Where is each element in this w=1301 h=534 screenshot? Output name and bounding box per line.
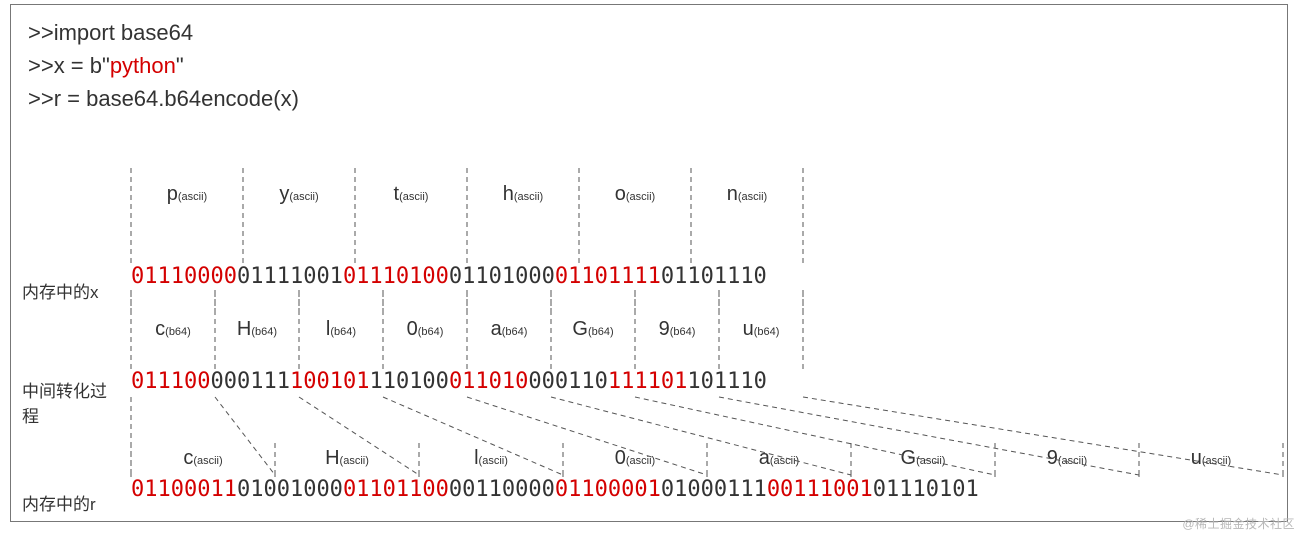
code-line-2: >>x = b"python" xyxy=(28,49,299,82)
code-line-1: >>import base64 xyxy=(28,16,299,49)
label-r-memory: 内存中的r xyxy=(22,490,96,515)
bits-mid-row: 0111000001111001011101000110100001101111… xyxy=(131,369,767,394)
label-mid-process: 中间转化过程 xyxy=(22,377,112,427)
code-block: >>import base64 >>x = b"python" >>r = ba… xyxy=(28,16,299,115)
bits-x-row: 0111000001111001011101000110100001101111… xyxy=(131,264,767,289)
ascii-bottom-row: c(ascii)H(ascii)l(ascii)0(ascii)a(ascii)… xyxy=(131,447,1283,470)
code-line-3: >>r = base64.b64encode(x) xyxy=(28,82,299,115)
watermark: @稀土掘金技术社区 xyxy=(1182,515,1295,532)
b64-head-row: c(b64)H(b64)l(b64)0(b64)a(b64)G(b64)9(b6… xyxy=(131,318,803,341)
ascii-top-row: p(ascii)y(ascii)t(ascii)h(ascii)o(ascii)… xyxy=(131,183,803,206)
label-x-memory: 内存中的x xyxy=(22,278,99,303)
diagram-root: >>import base64 >>x = b"python" >>r = ba… xyxy=(0,0,1301,534)
bits-r-row: 0110001101001000011011000011000001100001… xyxy=(131,477,979,502)
